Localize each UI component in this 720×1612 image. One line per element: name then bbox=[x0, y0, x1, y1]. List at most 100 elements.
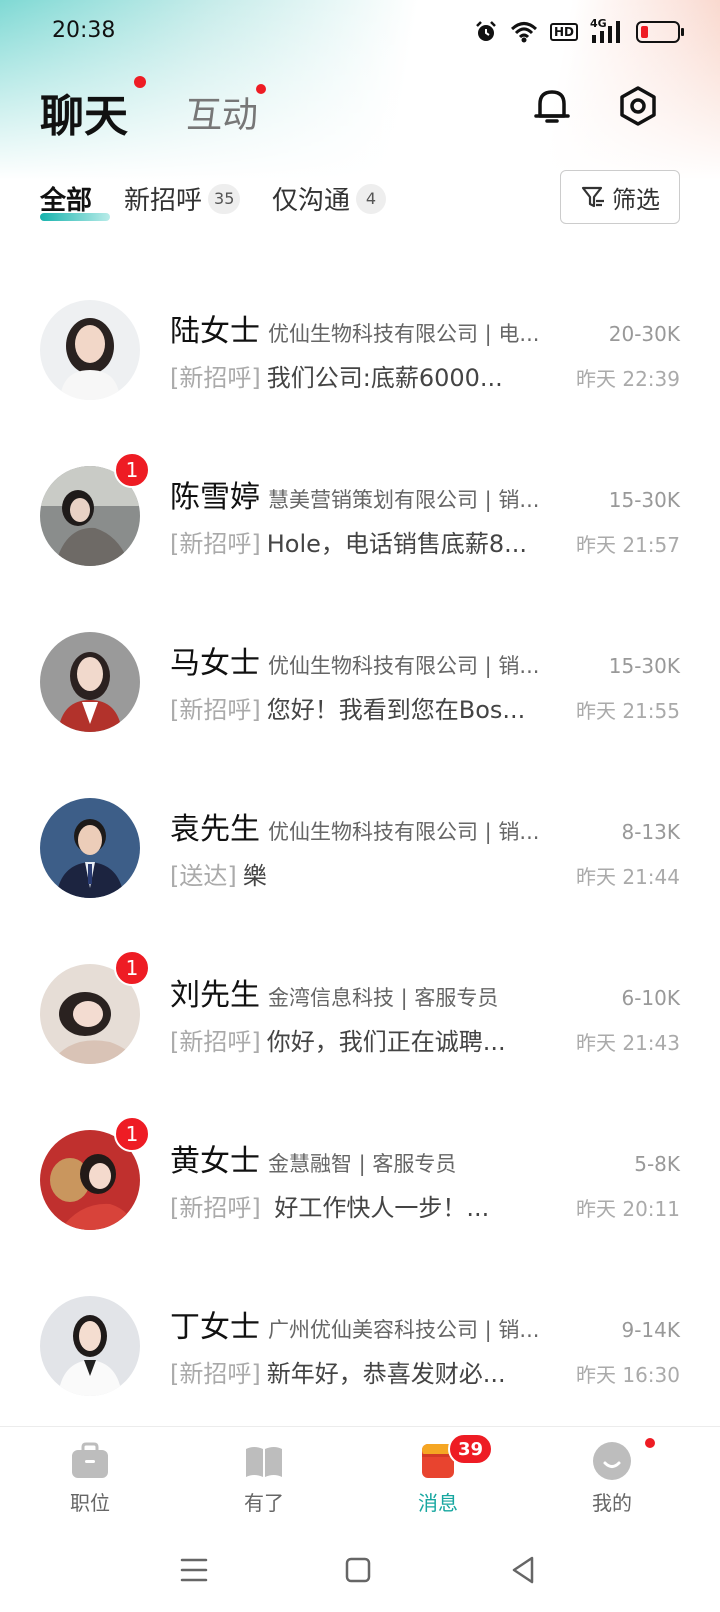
nav-messages[interactable]: 39 消息 bbox=[378, 1433, 498, 1521]
chat-item[interactable]: 马女士 优仙生物科技有限公司 | 销... 15-30K [新招呼] 您好！我看… bbox=[0, 618, 720, 784]
avatar bbox=[40, 300, 140, 400]
message-time: 昨天 21:57 bbox=[576, 533, 680, 557]
message-time: 昨天 21:44 bbox=[576, 865, 680, 889]
chat-row-header: 丁女士 广州优仙美容科技公司 | 销... 9-14K bbox=[170, 1302, 680, 1345]
bell-icon[interactable] bbox=[530, 84, 574, 128]
chat-row-message: [新招呼] Hole，电话销售底薪8... 昨天 21:57 bbox=[170, 524, 680, 560]
open-book-icon bbox=[246, 1447, 282, 1477]
nav-jobs[interactable]: 职位 bbox=[30, 1437, 150, 1521]
battery-fill bbox=[641, 26, 648, 38]
nav-mine-label: 我的 bbox=[592, 1491, 632, 1515]
salary-range: 15-30K bbox=[608, 488, 680, 512]
subtab-new-greeting[interactable]: 新招呼 35 bbox=[124, 180, 241, 217]
back-icon[interactable] bbox=[506, 1552, 542, 1588]
tab-chat[interactable]: 聊天 bbox=[40, 80, 128, 144]
message-preview: Hole，电话销售底薪8... bbox=[266, 530, 528, 558]
chat-row-header: 刘先生 金湾信息科技 | 客服专员 6-10K bbox=[170, 970, 680, 1013]
contact-name: 袁先生 bbox=[170, 812, 260, 847]
avatar bbox=[40, 632, 140, 732]
chat-item[interactable]: 1 刘先生 金湾信息科技 | 客服专员 6-10K [新招呼] 你好，我们正在诚… bbox=[0, 950, 720, 1116]
message-time: 昨天 21:55 bbox=[576, 699, 680, 723]
message-time: 昨天 21:43 bbox=[576, 1031, 680, 1055]
avatar bbox=[40, 798, 140, 898]
message-preview: 我们公司:底薪6000... bbox=[266, 364, 503, 392]
status-icons: HD 4G bbox=[474, 17, 684, 46]
salary-range: 15-30K bbox=[608, 654, 680, 678]
contact-name: 黄女士 bbox=[170, 1144, 260, 1179]
filter-button[interactable]: 筛选 bbox=[560, 170, 680, 224]
nav-mine[interactable]: 我的 bbox=[552, 1437, 672, 1521]
bottom-nav: 职位 有了 39 消息 我的 bbox=[0, 1426, 720, 1522]
message-preview: 樂 bbox=[242, 862, 267, 890]
chat-item[interactable]: 陆女士 优仙生物科技有限公司 | 电... 20-30K [新招呼] 我们公司:… bbox=[0, 286, 720, 452]
message-time: 昨天 20:11 bbox=[576, 1197, 680, 1221]
alarm-icon bbox=[476, 21, 496, 41]
chat-item[interactable]: 丁女士 广州优仙美容科技公司 | 销... 9-14K [新招呼] 新年好，恭喜… bbox=[0, 1282, 720, 1448]
chat-row-header: 陆女士 优仙生物科技有限公司 | 电... 20-30K bbox=[170, 306, 680, 349]
message-preview: 好工作快人一步！... bbox=[266, 1194, 490, 1222]
mine-new-dot bbox=[644, 1437, 656, 1449]
signal-4g-icon: 4G bbox=[590, 17, 624, 45]
filter-icon bbox=[581, 186, 604, 208]
nav-youle-label: 有了 bbox=[244, 1491, 284, 1515]
chat-row-header: 陈雪婷 慧美营销策划有限公司 | 销... 15-30K bbox=[170, 472, 680, 515]
message-time: 昨天 22:39 bbox=[576, 367, 680, 391]
chat-row-message: [新招呼] 你好，我们正在诚聘... 昨天 21:43 bbox=[170, 1022, 680, 1058]
message-tag: [新招呼] bbox=[170, 1360, 261, 1388]
filter-label: 筛选 bbox=[612, 185, 660, 214]
unread-badge: 1 bbox=[114, 1116, 150, 1152]
nav-messages-label: 消息 bbox=[418, 1491, 458, 1515]
unread-badge: 1 bbox=[114, 452, 150, 488]
tab-interact[interactable]: 互动 bbox=[186, 86, 258, 138]
chat-item[interactable]: 1 黄女士 金慧融智 | 客服专员 5-8K [新招呼] 好工作快人一步！...… bbox=[0, 1116, 720, 1282]
interact-new-dot bbox=[256, 84, 266, 94]
messages-badge: 39 bbox=[448, 1433, 494, 1465]
message-preview: 新年好，恭喜发财必... bbox=[266, 1360, 506, 1388]
salary-range: 5-8K bbox=[634, 1152, 680, 1176]
chat-row-header: 黄女士 金慧融智 | 客服专员 5-8K bbox=[170, 1136, 680, 1179]
profile-face-icon bbox=[593, 1442, 631, 1480]
contact-name: 丁女士 bbox=[170, 1310, 260, 1345]
company-position: 慧美营销策划有限公司 | 销... bbox=[268, 488, 540, 512]
nav-jobs-label: 职位 bbox=[70, 1491, 110, 1515]
contact-name: 陈雪婷 bbox=[170, 480, 260, 515]
subtab-only-chat-label: 仅沟通 bbox=[272, 186, 351, 216]
message-tag: [新招呼] bbox=[170, 1028, 261, 1056]
status-bar: 20:38 HD 4G bbox=[0, 0, 720, 64]
chat-row-message: [新招呼] 好工作快人一步！... 昨天 20:11 bbox=[170, 1188, 680, 1224]
company-position: 优仙生物科技有限公司 | 销... bbox=[268, 654, 540, 678]
settings-icon[interactable] bbox=[616, 84, 660, 128]
top-header: 聊天 互动 bbox=[0, 72, 720, 152]
system-nav-bar bbox=[0, 1530, 720, 1612]
hd-icon: HD bbox=[549, 23, 578, 41]
chat-row-header: 袁先生 优仙生物科技有限公司 | 销... 8-13K bbox=[170, 804, 680, 847]
message-tag: [新招呼] bbox=[170, 530, 261, 558]
unread-badge: 1 bbox=[114, 950, 150, 986]
contact-name: 刘先生 bbox=[170, 978, 260, 1013]
company-position: 金慧融智 | 客服专员 bbox=[268, 1152, 457, 1176]
menu-icon[interactable] bbox=[176, 1552, 212, 1588]
chat-item[interactable]: 1 陈雪婷 慧美营销策划有限公司 | 销... 15-30K [新招呼] Hol… bbox=[0, 452, 720, 618]
chat-item[interactable]: 袁先生 优仙生物科技有限公司 | 销... 8-13K [送达] 樂 昨天 21… bbox=[0, 784, 720, 950]
message-tag: [新招呼] bbox=[170, 696, 261, 724]
company-position: 金湾信息科技 | 客服专员 bbox=[268, 986, 499, 1010]
chat-new-dot bbox=[134, 76, 146, 88]
contact-name: 马女士 bbox=[170, 646, 260, 681]
company-position: 优仙生物科技有限公司 | 电... bbox=[268, 322, 540, 346]
contact-name: 陆女士 bbox=[170, 314, 260, 349]
chat-row-message: [新招呼] 新年好，恭喜发财必... 昨天 16:30 bbox=[170, 1354, 680, 1390]
message-tag: [送达] bbox=[170, 862, 237, 890]
nav-youle[interactable]: 有了 bbox=[204, 1437, 324, 1521]
subtab-all[interactable]: 全部 bbox=[40, 180, 92, 217]
message-preview: 您好！我看到您在Bos... bbox=[266, 696, 526, 724]
subtabs: 全部 新招呼 35 仅沟通 4 筛选 bbox=[0, 170, 720, 230]
subtab-only-chat[interactable]: 仅沟通 4 bbox=[272, 180, 387, 217]
salary-range: 8-13K bbox=[621, 820, 680, 844]
chat-row-message: [新招呼] 您好！我看到您在Bos... 昨天 21:55 bbox=[170, 690, 680, 726]
subtab-new-greeting-label: 新招呼 bbox=[124, 186, 203, 216]
home-icon[interactable] bbox=[340, 1552, 376, 1588]
only-chat-count: 4 bbox=[356, 183, 387, 214]
message-time: 昨天 16:30 bbox=[576, 1363, 680, 1387]
message-preview: 你好，我们正在诚聘... bbox=[266, 1028, 506, 1056]
battery-icon bbox=[636, 21, 684, 43]
